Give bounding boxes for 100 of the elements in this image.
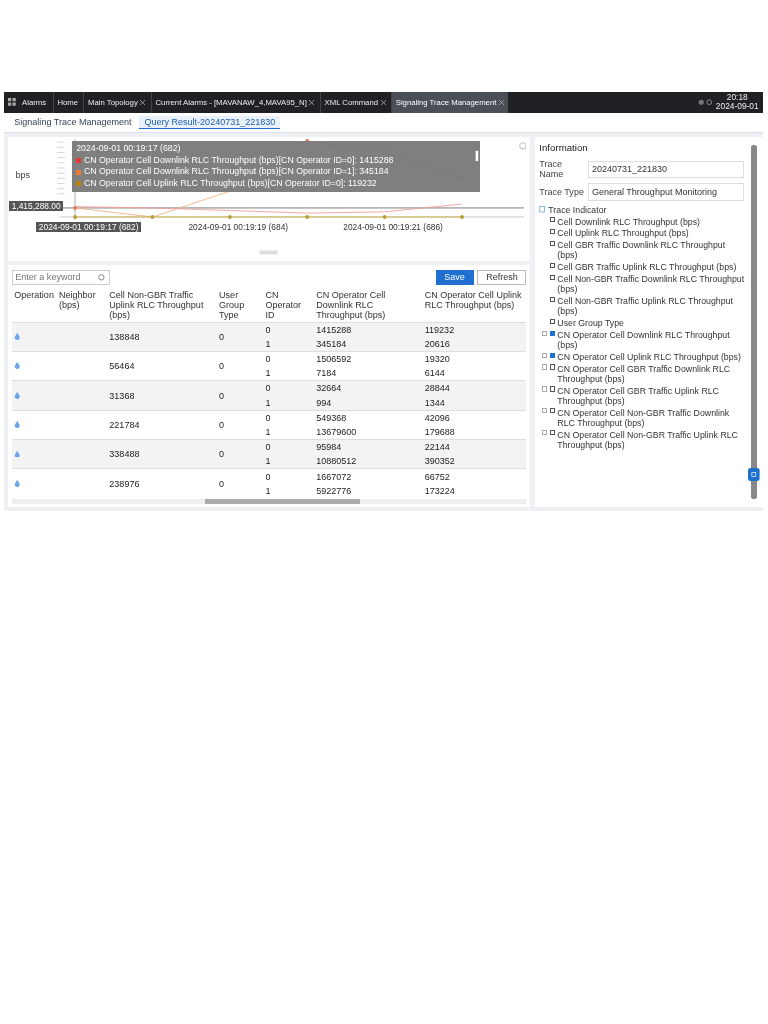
axis-label: bps bbox=[15, 170, 31, 181]
checkbox[interactable] bbox=[549, 352, 555, 358]
checkbox[interactable] bbox=[549, 229, 555, 235]
text-field[interactable]: 20240731_221830 bbox=[588, 160, 745, 179]
checkbox[interactable] bbox=[549, 262, 555, 269]
toolbar-button[interactable]: Save bbox=[435, 269, 474, 286]
checkbox-label[interactable]: Cell Non-GBR Traffic Downlink RLC Throughput (bps) bbox=[557, 274, 745, 295]
checkbox[interactable] bbox=[549, 386, 555, 392]
checkbox[interactable] bbox=[549, 318, 555, 324]
table-cell: 1506592 bbox=[313, 351, 423, 367]
data-point bbox=[73, 205, 77, 210]
axis-label: 2024-09-01 00:19:21 (686) bbox=[343, 221, 443, 232]
top-tab[interactable]: XML Command bbox=[319, 92, 390, 113]
field-label: Trace Name bbox=[539, 159, 565, 180]
close-icon[interactable] bbox=[140, 99, 146, 105]
page-tab[interactable]: Query Result-20240731_221830 bbox=[139, 115, 281, 130]
data-point bbox=[227, 214, 232, 219]
table-cell: 10880512 bbox=[313, 454, 423, 469]
table-cell: 0 bbox=[216, 380, 263, 411]
checkbox-label[interactable]: Cell Uplink RLC Throughput (bps) bbox=[557, 228, 689, 239]
close-icon[interactable] bbox=[498, 99, 505, 105]
checkbox-label[interactable]: Cell Downlink RLC Throughput (bps) bbox=[557, 216, 700, 227]
clock-time: 20:18 bbox=[726, 93, 748, 103]
field-label: Trace Type bbox=[539, 187, 585, 197]
data-point bbox=[73, 214, 77, 219]
axis-label: 2024-09-01 00:19:19 (684) bbox=[188, 221, 289, 232]
close-icon[interactable] bbox=[309, 99, 315, 105]
checkbox[interactable] bbox=[549, 408, 555, 414]
table-cell: 0 bbox=[216, 439, 263, 469]
table-cell-text: 5922776 bbox=[315, 484, 353, 498]
table-cell: 0 bbox=[262, 468, 314, 484]
checkbox-label[interactable]: Cell GBR Traffic Uplink RLC Throughput (bps) bbox=[557, 262, 737, 273]
checkbox[interactable] bbox=[549, 430, 555, 436]
axis-ticks bbox=[56, 141, 65, 194]
checkbox[interactable] bbox=[549, 364, 555, 370]
column-header: Cell Non-GBR Traffic Uplink RLC Throughput (bps) bbox=[106, 289, 217, 323]
table-cell-text: 173224 bbox=[423, 484, 456, 498]
table-cell: 0 bbox=[216, 322, 263, 352]
page-tab[interactable]: Signaling Trace Management bbox=[9, 116, 137, 129]
data-point bbox=[150, 214, 155, 219]
column-header: CN Operator Cell Uplink RLC Throughput (bps) bbox=[422, 289, 527, 323]
checkbox[interactable] bbox=[549, 217, 555, 223]
resize-handle[interactable] bbox=[259, 250, 278, 255]
checkbox-label[interactable]: CN Operator Cell Uplink RLC Throughput (bps) bbox=[557, 351, 741, 362]
table-cell: 13679600 bbox=[313, 424, 423, 440]
close-icon[interactable] bbox=[380, 99, 386, 105]
table-cell: 0 bbox=[262, 322, 314, 337]
horizontal-scrollbar[interactable] bbox=[11, 499, 527, 505]
table-cell: 549368 bbox=[313, 410, 423, 425]
table-cell: 22144 bbox=[422, 439, 527, 455]
checkbox-label[interactable]: User Group Type bbox=[557, 318, 624, 329]
top-tab[interactable]: Home bbox=[52, 92, 82, 113]
menu-label[interactable]: Alarms bbox=[16, 97, 52, 107]
table-cell: 19320 bbox=[422, 351, 527, 367]
checkbox-label[interactable]: CN Operator Cell Downlink RLC Throughput (bps) bbox=[557, 330, 745, 350]
crosshair-value: 1,415,288.00 bbox=[9, 201, 64, 212]
checkbox[interactable] bbox=[549, 241, 555, 247]
tooltip-entry: CN Operator Cell Downlink RLC Throughput (bps)[CN Operator ID=0]: 1415288 bbox=[83, 154, 394, 167]
checkbox-label[interactable]: CN Operator Cell Non-GBR Traffic Downlink RLC Throughput (bps) bbox=[557, 407, 745, 428]
checkbox[interactable] bbox=[549, 296, 555, 302]
table-cell: 0 bbox=[262, 380, 314, 396]
table-cell: 42096 bbox=[422, 410, 527, 425]
clock-date: 2024-09-01 bbox=[715, 102, 759, 112]
table-cell: 0 bbox=[262, 410, 314, 425]
top-tab[interactable]: Current Alarms - [MAVANAW_4,MAVA95_N] bbox=[150, 92, 319, 113]
grid-menu-icon[interactable] bbox=[7, 98, 16, 107]
checkbox-label[interactable]: CN Operator Cell GBR Traffic Downlink RLC Throughput (bps) bbox=[557, 363, 745, 384]
checkbox-label[interactable]: CN Operator Cell GBR Traffic Uplink RLC Throughput (bps) bbox=[557, 385, 745, 406]
checkbox-label[interactable]: CN Operator Cell Non-GBR Traffic Uplink RLC Throughput (bps) bbox=[557, 429, 745, 450]
top-tab[interactable]: Main Topology bbox=[83, 92, 150, 113]
tooltip-entry: CN Operator Cell Uplink RLC Throughput (bps)[CN Operator ID=0]: 119232 bbox=[83, 178, 377, 190]
table-cell: 32664 bbox=[313, 380, 423, 396]
vertical-scrollbar[interactable] bbox=[750, 144, 758, 500]
floating-button-icon[interactable] bbox=[748, 468, 760, 482]
toolbar-button[interactable]: Refresh bbox=[477, 269, 527, 286]
top-tab[interactable]: Signaling Trace Management bbox=[390, 92, 508, 113]
text-field[interactable]: General Throughput Monitoring bbox=[588, 183, 745, 201]
search-field[interactable]: Enter a keyword bbox=[11, 269, 110, 286]
table-cell: 390352 bbox=[422, 454, 527, 469]
checkbox[interactable] bbox=[549, 330, 555, 336]
table-cell: 1415288 bbox=[313, 322, 423, 337]
tooltip-entry: CN Operator Cell Downlink RLC Throughput (bps)[CN Operator ID=1]: 345184 bbox=[83, 166, 389, 179]
column-header: Neighbor (bps) bbox=[56, 289, 107, 323]
table-cell: 138848 bbox=[106, 322, 217, 352]
tooltip-title: 2024-09-01 00:19:17 (682) bbox=[76, 143, 182, 155]
column-header: CN Operator ID bbox=[262, 289, 314, 323]
table-cell: 1 bbox=[262, 454, 314, 469]
checkbox-label[interactable]: Cell Non-GBR Traffic Uplink RLC Throughput (bps) bbox=[557, 296, 745, 317]
table-cell: 338488 bbox=[106, 439, 217, 469]
expand-icon[interactable] bbox=[541, 352, 548, 358]
checkbox[interactable] bbox=[549, 274, 555, 280]
expand-icon[interactable] bbox=[541, 330, 548, 336]
data-point bbox=[460, 214, 464, 219]
column-header: CN Operator Cell Downlink RLC Throughput (bps) bbox=[313, 289, 423, 323]
checkbox-label[interactable]: Cell GBR Traffic Downlink RLC Throughput (bps) bbox=[557, 240, 745, 261]
table-cell: 238976 bbox=[106, 468, 217, 498]
table-cell: 179688 bbox=[422, 424, 527, 440]
table-cell: 0 bbox=[262, 351, 314, 367]
axis-label: 2024-09-01 00:19:17 (682) bbox=[36, 221, 142, 232]
data-point bbox=[382, 214, 387, 219]
